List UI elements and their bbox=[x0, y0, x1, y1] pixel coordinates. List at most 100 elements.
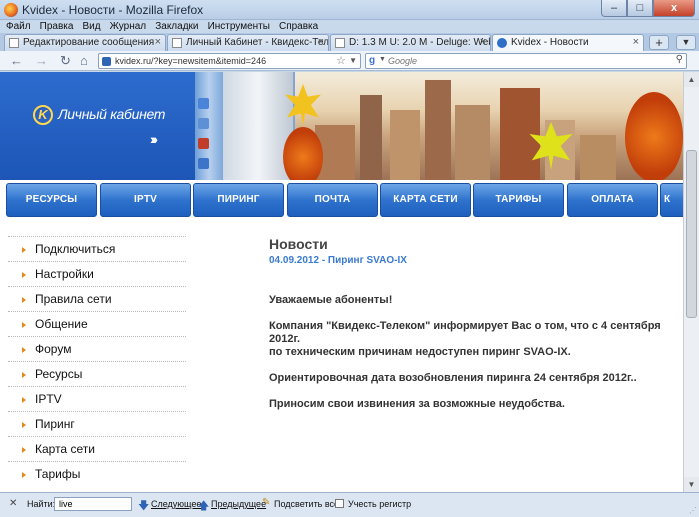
search-input[interactable] bbox=[388, 55, 668, 67]
back-arrow-icon[interactable]: ← bbox=[10, 53, 23, 68]
highlight-all-button[interactable]: Подсветить все bbox=[274, 499, 339, 509]
resize-grip-icon[interactable]: ⋰ bbox=[689, 506, 697, 515]
home-icon[interactable]: ⌂ bbox=[80, 53, 88, 68]
scroll-thumb[interactable] bbox=[686, 150, 697, 318]
url-text[interactable]: kvidex.ru/?key=newsitem&itemid=246 bbox=[115, 56, 266, 66]
nav-peering[interactable]: ПИРИНГ bbox=[193, 183, 284, 217]
arrow-down-icon[interactable]: 🡇 bbox=[138, 497, 149, 516]
bullet-icon bbox=[22, 272, 26, 278]
menu-tools[interactable]: Инструменты bbox=[208, 21, 270, 32]
sidebar-item-label[interactable]: Пиринг bbox=[35, 417, 75, 431]
sidebar-item-connect[interactable]: Подключиться bbox=[8, 236, 186, 261]
personal-cabinet-logo[interactable]: Личный кабинет bbox=[58, 106, 165, 122]
sidebar-item-label[interactable]: Карта сети bbox=[35, 442, 95, 456]
menu-history[interactable]: Журнал bbox=[110, 21, 147, 32]
new-tab-button[interactable]: + bbox=[649, 35, 669, 50]
tab-deluge[interactable]: D: 1.3 M U: 2.0 M - Deluge: Web UI 1....… bbox=[330, 34, 491, 51]
kvidex-icon bbox=[497, 38, 507, 48]
window-title: Kvidex - Новости - Mozilla Firefox bbox=[22, 3, 204, 17]
sidebar-item-settings[interactable]: Настройки bbox=[8, 261, 186, 286]
page-scrollbar[interactable]: ▲ ▼ bbox=[683, 72, 699, 492]
window-titlebar: Kvidex - Новости - Mozilla Firefox – □ x bbox=[0, 0, 699, 20]
sidebar-item-label[interactable]: Форум bbox=[35, 342, 71, 356]
search-icon[interactable]: ⚲ bbox=[676, 54, 683, 65]
sidebar-menu: Подключиться Настройки Правила сети Обще… bbox=[8, 236, 186, 486]
sidebar-item-resources[interactable]: Ресурсы bbox=[8, 361, 186, 386]
find-next-button[interactable]: Следующее bbox=[151, 499, 201, 509]
reload-icon[interactable]: ↻ bbox=[60, 53, 71, 69]
bookmark-star-icon[interactable]: ☆ bbox=[336, 54, 346, 67]
close-find-icon[interactable]: ✕ bbox=[9, 498, 17, 509]
close-window-button[interactable]: x bbox=[653, 0, 695, 17]
minimize-button[interactable]: – bbox=[601, 0, 627, 17]
news-paragraph: Компания "Квидекс-Телеком" информирует В… bbox=[269, 320, 679, 359]
sidebar-item-network-map[interactable]: Карта сети bbox=[8, 436, 186, 461]
page-icon bbox=[335, 38, 345, 48]
sidebar-item-chat[interactable]: Общение bbox=[8, 311, 186, 336]
close-tab-icon[interactable]: × bbox=[318, 36, 324, 48]
nav-more[interactable]: К bbox=[660, 183, 683, 217]
nav-payment[interactable]: ОПЛАТА bbox=[567, 183, 658, 217]
sidebar-item-label[interactable]: Тарифы bbox=[35, 467, 80, 481]
tab-kvidex-news[interactable]: Kvidex - Новости × bbox=[492, 34, 644, 51]
address-bar[interactable]: kvidex.ru/?key=newsitem&itemid=246 ☆ ▼ bbox=[98, 53, 361, 69]
menu-edit[interactable]: Правка bbox=[40, 21, 74, 32]
sidebar-item-label[interactable]: Настройки bbox=[35, 267, 94, 281]
bullet-icon bbox=[22, 447, 26, 453]
page-icon bbox=[172, 38, 182, 48]
menu-bookmarks[interactable]: Закладки bbox=[155, 21, 198, 32]
forward-arrow-icon[interactable]: → bbox=[35, 53, 48, 68]
tab-personal-cabinet[interactable]: Личный Кабинет - Квидекс-Телеко... × bbox=[167, 34, 329, 51]
sidebar-item-label[interactable]: Подключиться bbox=[35, 242, 115, 256]
sidebar-item-label[interactable]: IPTV bbox=[35, 392, 62, 406]
close-tab-icon[interactable]: × bbox=[480, 36, 486, 48]
tab-label: D: 1.3 M U: 2.0 M - Deluge: Web UI 1.... bbox=[349, 37, 490, 48]
sidebar-item-label[interactable]: Ресурсы bbox=[35, 367, 82, 381]
sidebar-item-iptv[interactable]: IPTV bbox=[8, 386, 186, 411]
sidebar-item-rules[interactable]: Правила сети bbox=[8, 286, 186, 311]
maximize-button[interactable]: □ bbox=[627, 0, 653, 17]
page-content: K Личный кабинет ››› РЕСУРСЫ IPTV ПИРИНГ… bbox=[0, 72, 683, 492]
tab-edit-message[interactable]: Редактирование сообщения × bbox=[4, 34, 166, 51]
site-banner: K Личный кабинет ››› bbox=[0, 72, 683, 187]
google-icon[interactable]: g bbox=[369, 55, 375, 66]
scroll-down-icon[interactable]: ▼ bbox=[684, 477, 699, 492]
list-tabs-button[interactable]: ▼ bbox=[676, 35, 696, 50]
sidebar-item-peering[interactable]: Пиринг bbox=[8, 411, 186, 436]
kvidex-logo-icon[interactable]: K bbox=[33, 105, 53, 125]
news-body: Уважаемые абоненты! Компания "Квидекс-Те… bbox=[269, 294, 679, 411]
close-tab-icon[interactable]: × bbox=[155, 36, 161, 48]
nav-network-map[interactable]: КАРТА СЕТИ bbox=[380, 183, 471, 217]
nav-resources[interactable]: РЕСУРСЫ bbox=[6, 183, 97, 217]
menu-bar: Файл Правка Вид Журнал Закладки Инструме… bbox=[0, 20, 699, 33]
arrow-up-icon[interactable]: 🡅 bbox=[198, 497, 209, 516]
nav-mail[interactable]: ПОЧТА bbox=[287, 183, 378, 217]
nav-tariffs[interactable]: ТАРИФЫ bbox=[473, 183, 564, 217]
sidebar-item-tariffs[interactable]: Тарифы bbox=[8, 461, 186, 486]
city-photo bbox=[283, 72, 683, 187]
news-article: Новости 04.09.2012 - Пиринг SVAO-IX Уваж… bbox=[269, 236, 679, 424]
find-previous-button[interactable]: Предыдущее bbox=[211, 499, 266, 509]
tab-strip: Редактирование сообщения × Личный Кабине… bbox=[0, 33, 699, 51]
nav-iptv[interactable]: IPTV bbox=[100, 183, 191, 217]
site-identity-icon[interactable] bbox=[102, 57, 111, 66]
banner-panel bbox=[0, 72, 195, 180]
match-case-checkbox[interactable] bbox=[335, 499, 344, 508]
news-line: по техническим причинам недоступен пирин… bbox=[269, 346, 571, 358]
sidebar-item-label[interactable]: Общение bbox=[35, 317, 88, 331]
url-dropdown-icon[interactable]: ▼ bbox=[349, 56, 357, 65]
search-bar[interactable]: g ▼ ⚲ bbox=[365, 53, 687, 69]
engine-dropdown-icon[interactable]: ▼ bbox=[379, 56, 386, 63]
navigation-toolbar: ← → ↻ ⌂ kvidex.ru/?key=newsitem&itemid=2… bbox=[0, 51, 699, 71]
find-input[interactable] bbox=[54, 497, 132, 511]
menu-view[interactable]: Вид bbox=[83, 21, 101, 32]
sidebar-item-forum[interactable]: Форум bbox=[8, 336, 186, 361]
menu-help[interactable]: Справка bbox=[279, 21, 318, 32]
scroll-up-icon[interactable]: ▲ bbox=[684, 72, 699, 87]
close-tab-icon[interactable]: × bbox=[633, 36, 639, 48]
sidebar-item-label[interactable]: Правила сети bbox=[35, 292, 112, 306]
menu-file[interactable]: Файл bbox=[6, 21, 31, 32]
bullet-icon bbox=[22, 372, 26, 378]
match-case-label[interactable]: Учесть регистр bbox=[348, 499, 411, 509]
news-date-link[interactable]: 04.09.2012 - Пиринг SVAO-IX bbox=[269, 255, 679, 266]
